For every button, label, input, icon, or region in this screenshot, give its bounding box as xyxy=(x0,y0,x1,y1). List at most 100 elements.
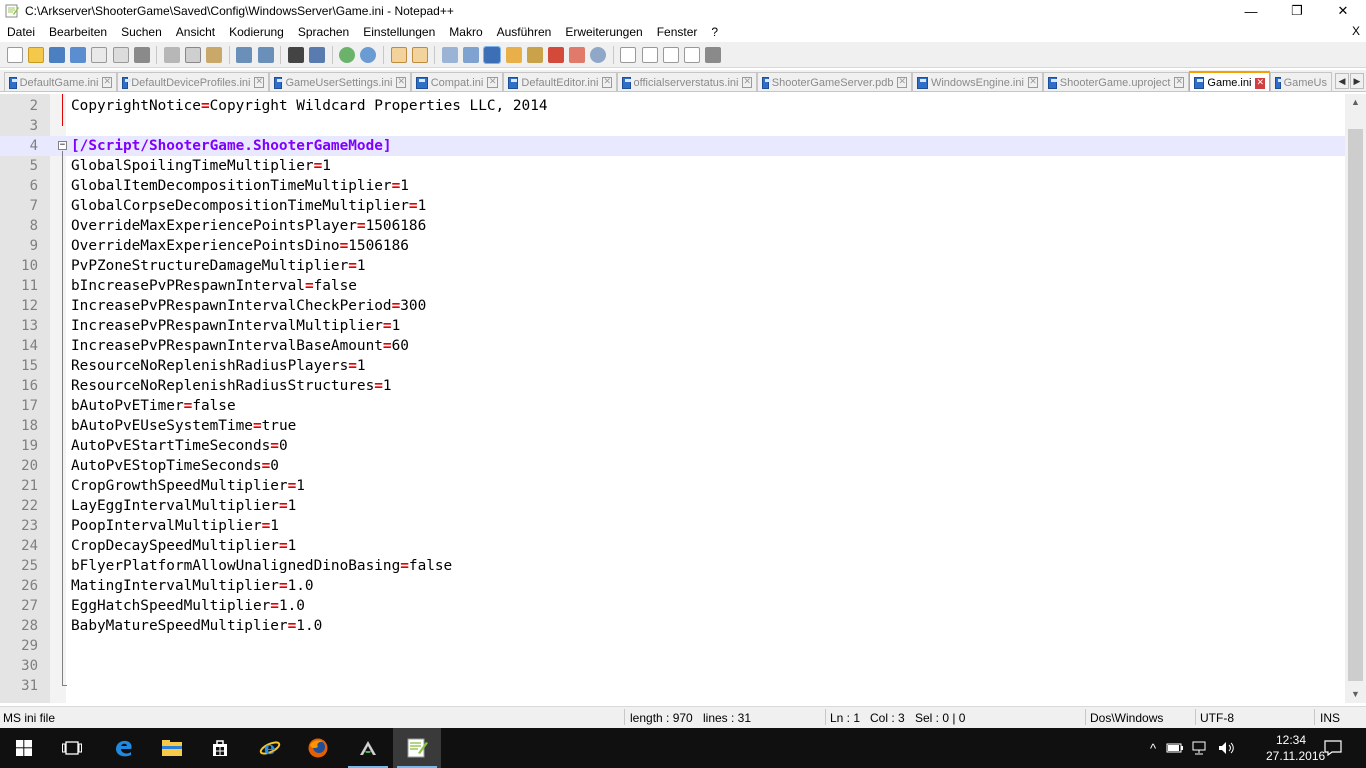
code-line[interactable]: 13 IncreasePvPRespawnIntervalMultiplier=1 xyxy=(0,316,1345,336)
menu-ansicht[interactable]: Ansicht xyxy=(169,25,222,39)
tab-windowsengine-ini[interactable]: WindowsEngine.ini ✕ xyxy=(912,72,1043,91)
replace-icon[interactable] xyxy=(309,46,326,63)
code-line[interactable]: 9 OverrideMaxExperiencePointsDino=1506186 xyxy=(0,236,1345,256)
scroll-down-icon[interactable]: ▼ xyxy=(1345,686,1366,703)
task-view-button[interactable] xyxy=(48,728,96,768)
stop-macro-icon[interactable] xyxy=(641,46,658,63)
code-line[interactable]: 24 CropDecaySpeedMultiplier=1 xyxy=(0,536,1345,556)
tab-shootergameserver-pdb[interactable]: ShooterGameServer.pdb ✕ xyxy=(757,72,912,91)
code-line[interactable]: 20 AutoPvEStopTimeSeconds=0 xyxy=(0,456,1345,476)
code-line[interactable]: 11 bIncreasePvPRespawnInterval=false xyxy=(0,276,1345,296)
taskbar-notepadpp[interactable] xyxy=(393,728,441,768)
fold-toggle-icon[interactable]: − xyxy=(58,141,67,150)
code-line[interactable]: 30 xyxy=(0,656,1345,676)
code-line[interactable]: 15 ResourceNoReplenishRadiusPlayers=1 xyxy=(0,356,1345,376)
redo-icon[interactable] xyxy=(257,46,274,63)
menu-fenster[interactable]: Fenster xyxy=(650,25,705,39)
code-line[interactable]: 7 GlobalCorpseDecompositionTimeMultiplier… xyxy=(0,196,1345,216)
taskbar-clock[interactable]: 12:34 27.11.2016 xyxy=(1266,732,1325,764)
code-line[interactable]: 4 [/Script/ShooterGame.ShooterGameMode] xyxy=(0,136,1345,156)
vertical-scrollbar[interactable]: ▲ ▼ xyxy=(1345,94,1366,703)
start-button[interactable] xyxy=(0,728,48,768)
menu-bearbeiten[interactable]: Bearbeiten xyxy=(42,25,114,39)
cut-icon[interactable] xyxy=(163,46,180,63)
tab-defaulteditor-ini[interactable]: DefaultEditor.ini ✕ xyxy=(503,72,617,91)
code-line[interactable]: 29 xyxy=(0,636,1345,656)
function-list-icon[interactable] xyxy=(547,46,564,63)
taskbar-file-explorer[interactable] xyxy=(148,728,196,768)
action-center-button[interactable] xyxy=(1310,728,1356,768)
maximize-button[interactable]: ❐ xyxy=(1274,0,1320,22)
tab-close-icon[interactable]: ✕ xyxy=(897,77,907,88)
tab-close-icon[interactable]: ✕ xyxy=(1174,77,1184,88)
run-macro-multiple-icon[interactable] xyxy=(684,46,701,63)
new-file-icon[interactable] xyxy=(6,46,23,63)
close-document-button[interactable]: X xyxy=(1352,24,1360,38)
code-line[interactable]: 12 IncreasePvPRespawnIntervalCheckPeriod=… xyxy=(0,296,1345,316)
code-line[interactable]: 6 GlobalItemDecompositionTimeMultiplier=1 xyxy=(0,176,1345,196)
indent-guide-icon[interactable] xyxy=(483,45,502,64)
code-line[interactable]: 23 PoopIntervalMultiplier=1 xyxy=(0,516,1345,536)
find-icon[interactable] xyxy=(287,46,304,63)
tab-close-icon[interactable]: ✕ xyxy=(396,77,406,88)
code-line[interactable]: 18 bAutoPvEUseSystemTime=true xyxy=(0,416,1345,436)
minimize-button[interactable]: — xyxy=(1228,0,1274,22)
document-map-icon[interactable] xyxy=(526,46,543,63)
tab-officialserverstatus-ini[interactable]: officialserverstatus.ini ✕ xyxy=(617,72,757,91)
code-line[interactable]: 14 IncreasePvPRespawnIntervalBaseAmount=6… xyxy=(0,336,1345,356)
menu-datei[interactable]: Datei xyxy=(0,25,42,39)
scroll-up-icon[interactable]: ▲ xyxy=(1345,94,1366,111)
code-line[interactable]: 5 GlobalSpoilingTimeMultiplier=1 xyxy=(0,156,1345,176)
undo-icon[interactable] xyxy=(236,46,253,63)
code-line[interactable]: 17 bAutoPvETimer=false xyxy=(0,396,1345,416)
tab-scroll-right-icon[interactable]: ▶ xyxy=(1350,73,1364,89)
zoom-in-icon[interactable] xyxy=(339,46,356,63)
code-line[interactable]: 21 CropGrowthSpeedMultiplier=1 xyxy=(0,476,1345,496)
tab-shootergame-uproject[interactable]: ShooterGame.uproject ✕ xyxy=(1043,72,1189,91)
menu-makro[interactable]: Makro xyxy=(442,25,489,39)
taskbar-firefox[interactable] xyxy=(294,728,342,768)
tab-close-icon[interactable]: ✕ xyxy=(487,77,498,88)
tab-game-ini[interactable]: Game.ini ✕ xyxy=(1189,71,1270,91)
volume-icon[interactable] xyxy=(1218,741,1236,755)
save-icon[interactable] xyxy=(48,46,65,63)
user-language-icon[interactable] xyxy=(505,46,522,63)
code-line[interactable]: 16 ResourceNoReplenishRadiusStructures=1 xyxy=(0,376,1345,396)
show-all-chars-icon[interactable] xyxy=(463,46,480,63)
monitoring-icon[interactable] xyxy=(590,46,607,63)
network-icon[interactable] xyxy=(1192,741,1210,755)
scroll-thumb[interactable] xyxy=(1348,129,1363,681)
code-line[interactable]: 31 xyxy=(0,676,1345,696)
tab-gameusersettings-partial[interactable]: GameUs xyxy=(1270,72,1332,91)
tab-defaultgame-ini[interactable]: DefaultGame.ini ✕ xyxy=(4,72,117,91)
menu-sprachen[interactable]: Sprachen xyxy=(291,25,356,39)
code-line[interactable]: 8 OverrideMaxExperiencePointsPlayer=15061… xyxy=(0,216,1345,236)
tab-close-icon[interactable]: ✕ xyxy=(1255,77,1265,89)
sync-vertical-icon[interactable] xyxy=(390,46,407,63)
word-wrap-icon[interactable] xyxy=(441,46,458,63)
taskbar-internet-explorer[interactable]: e xyxy=(246,728,294,768)
menu-ausfuehren[interactable]: Ausführen xyxy=(490,25,559,39)
tab-close-icon[interactable]: ✕ xyxy=(602,77,612,88)
tab-close-icon[interactable]: ✕ xyxy=(1027,77,1038,88)
code-line[interactable]: 26 MatingIntervalMultiplier=1.0 xyxy=(0,576,1345,596)
code-line[interactable]: 3 xyxy=(0,116,1345,136)
tab-close-icon[interactable]: ✕ xyxy=(254,77,264,88)
open-file-icon[interactable] xyxy=(27,46,44,63)
folder-workspace-icon[interactable] xyxy=(569,46,586,63)
record-macro-icon[interactable] xyxy=(620,46,637,63)
tab-defaultdeviceprofiles-ini[interactable]: DefaultDeviceProfiles.ini ✕ xyxy=(117,72,269,91)
save-all-icon[interactable] xyxy=(70,46,87,63)
tab-close-icon[interactable]: ✕ xyxy=(102,77,112,88)
zoom-out-icon[interactable] xyxy=(360,46,377,63)
code-line[interactable]: 22 LayEggIntervalMultiplier=1 xyxy=(0,496,1345,516)
save-macro-icon[interactable] xyxy=(705,46,722,63)
tab-scroll-left-icon[interactable]: ◀ xyxy=(1335,73,1349,89)
print-icon[interactable] xyxy=(133,46,150,63)
paste-icon[interactable] xyxy=(206,46,223,63)
copy-icon[interactable] xyxy=(185,46,202,63)
taskbar-edge[interactable] xyxy=(100,728,148,768)
menu-help[interactable]: ? xyxy=(704,25,725,39)
taskbar-ark[interactable] xyxy=(344,728,392,768)
tray-overflow-icon[interactable]: ^ xyxy=(1150,741,1156,756)
